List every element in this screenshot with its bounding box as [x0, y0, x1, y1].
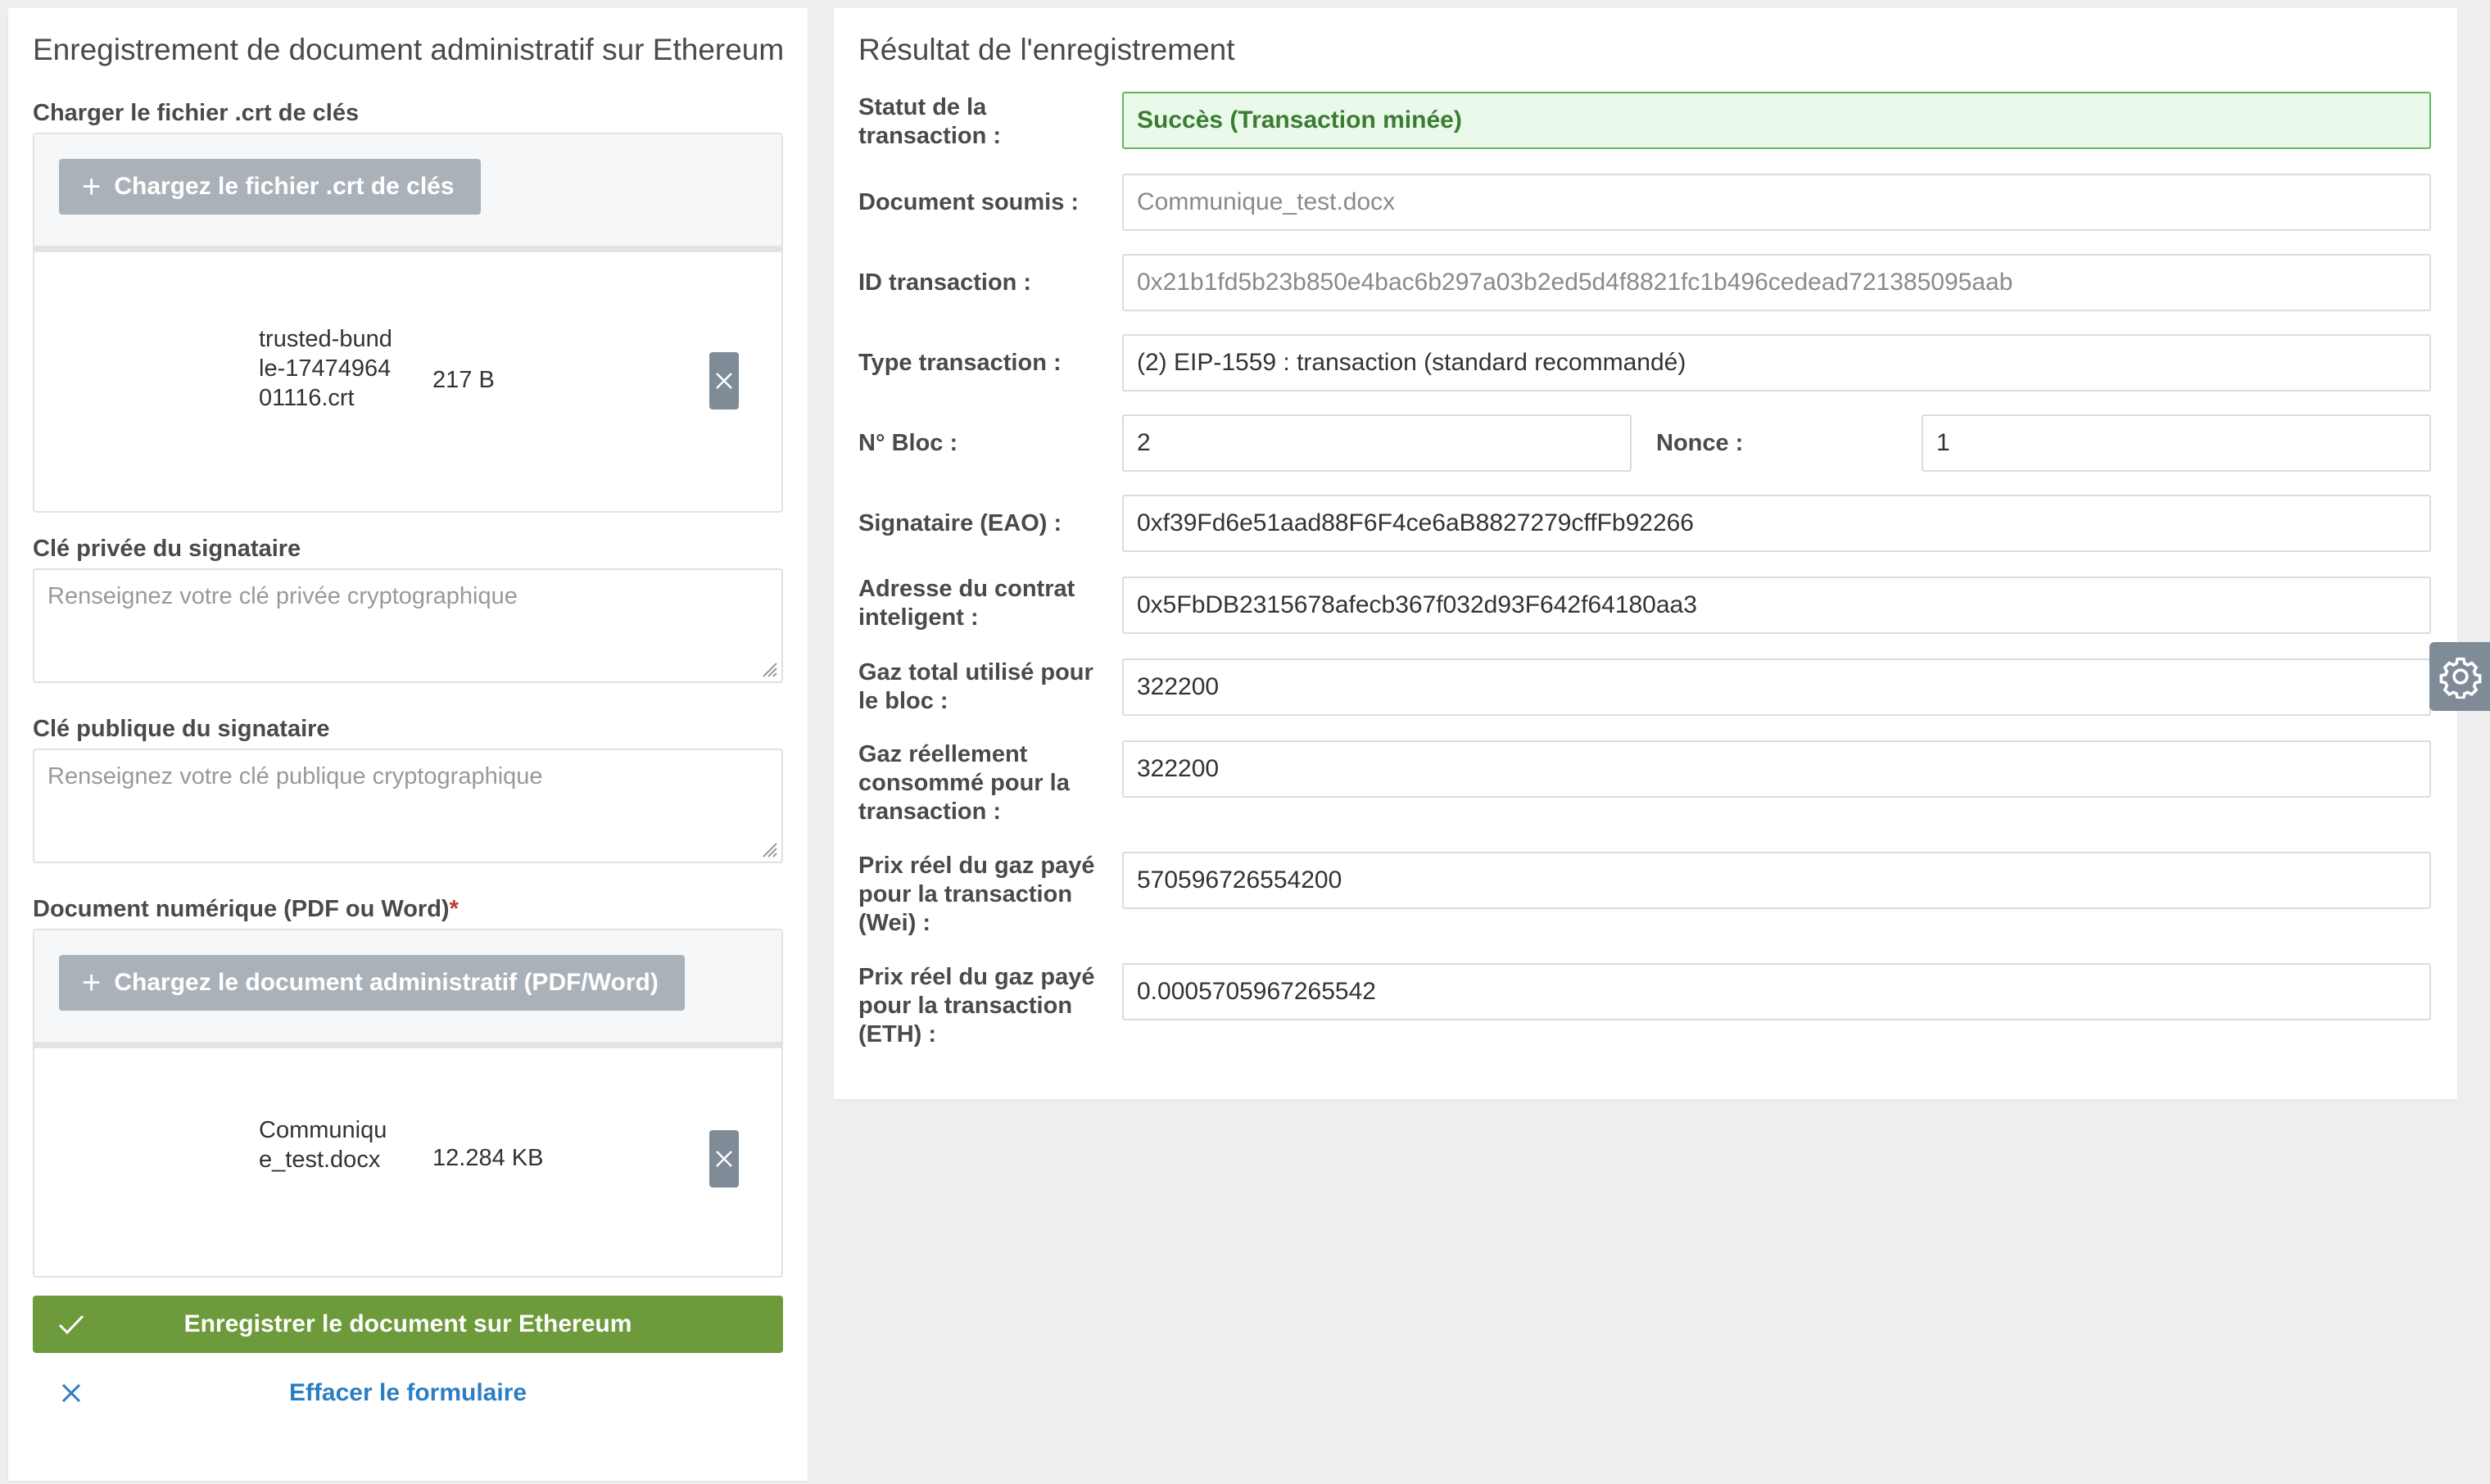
status-field: Succès (Transaction minée) — [1122, 92, 2431, 149]
submit-button-label: Enregistrer le document sur Ethereum — [183, 1310, 632, 1337]
signer-label: Signataire (EAO) : — [858, 510, 1062, 536]
document-label: Document numérique (PDF ou Word)* — [33, 896, 459, 923]
remove-document-button[interactable] — [709, 1130, 739, 1188]
document-file-size: 12.284 KB — [432, 1145, 544, 1171]
document-upload-header: + Chargez le document administratif (PDF… — [34, 930, 781, 1048]
public-key-label: Clé publique du signataire — [33, 716, 330, 742]
gas-total-label: Gaz total utilisé pour le bloc : — [858, 659, 1093, 714]
contract-address-field[interactable]: 0x5FbDB2315678afecb367f032d93F642f64180a… — [1122, 577, 2431, 634]
document-submitted-field: Communique_test.docx — [1122, 174, 2431, 231]
clear-form-button[interactable]: Effacer le formulaire — [33, 1368, 783, 1417]
close-icon — [716, 1151, 732, 1167]
submit-button[interactable]: Enregistrer le document sur Ethereum — [33, 1296, 783, 1353]
block-label: N° Bloc : — [858, 430, 958, 456]
upload-keys-button[interactable]: + Chargez le fichier .crt de clés — [59, 159, 481, 215]
gear-icon — [2439, 657, 2482, 699]
gas-used-label: Gaz réellement consommé pour la transact… — [858, 741, 1070, 825]
keys-file-size: 217 B — [432, 367, 495, 393]
nonce-field[interactable]: 1 — [1922, 414, 2431, 472]
private-key-label: Clé privée du signataire — [33, 536, 301, 562]
tx-type-field[interactable]: (2) EIP-1559 : transaction (standard rec… — [1122, 334, 2431, 391]
price-wei-label: Prix réel du gaz payé pour la transactio… — [858, 853, 1095, 936]
gas-total-field[interactable]: 322200 — [1122, 658, 2431, 716]
upload-keys-button-label: Chargez le fichier .crt de clés — [114, 173, 455, 200]
upload-document-button-label: Chargez le document administratif (PDF/W… — [114, 969, 659, 996]
remove-keys-file-button[interactable] — [709, 352, 739, 409]
signer-field[interactable]: 0xf39Fd6e51aad88F6F4ce6aB8827279cffFb922… — [1122, 495, 2431, 552]
document-label-text: Document numérique (PDF ou Word) — [33, 896, 450, 922]
document-upload: + Chargez le document administratif (PDF… — [33, 929, 783, 1278]
private-key-input[interactable] — [33, 568, 783, 683]
result-panel: Résultat de l'enregistrement Statut de l… — [834, 8, 2457, 1099]
keys-file-upload: + Chargez le fichier .crt de clés truste… — [33, 133, 783, 513]
document-submitted-label: Document soumis : — [858, 189, 1080, 215]
nonce-label: Nonce : — [1656, 430, 1744, 456]
price-eth-label: Prix réel du gaz payé pour la transactio… — [858, 964, 1095, 1047]
plus-icon: + — [82, 169, 102, 205]
block-field[interactable]: 2 — [1122, 414, 1632, 472]
settings-button[interactable] — [2429, 642, 2490, 711]
price-eth-field[interactable]: 0.0005705967265542 — [1122, 963, 2431, 1020]
keys-file-name: trusted-bundle-1747496401116.crt — [259, 326, 392, 411]
price-wei-field[interactable]: 570596726554200 — [1122, 852, 2431, 909]
resize-grip-icon[interactable] — [760, 840, 778, 858]
public-key-input[interactable] — [33, 749, 783, 863]
plus-icon: + — [82, 965, 102, 1001]
keys-upload-header: + Chargez le fichier .crt de clés — [34, 134, 781, 252]
tx-id-field[interactable]: 0x21b1fd5b23b850e4bac6b297a03b2ed5d4f882… — [1122, 254, 2431, 311]
registration-form-panel: Enregistrement de document administratif… — [8, 8, 808, 1481]
close-icon — [716, 373, 732, 389]
keys-file-label: Charger le fichier .crt de clés — [33, 100, 360, 126]
clear-form-label: Effacer le formulaire — [288, 1379, 527, 1406]
tx-type-label: Type transaction : — [858, 350, 1062, 376]
result-title: Résultat de l'enregistrement — [858, 33, 1235, 66]
tx-id-label: ID transaction : — [858, 269, 1032, 296]
contract-address-label: Adresse du contrat inteligent : — [858, 576, 1075, 631]
document-file-name: Communique_test.docx — [259, 1117, 387, 1173]
status-label: Statut de la transaction : — [858, 94, 1002, 149]
check-icon — [58, 1314, 84, 1335]
gas-used-field[interactable]: 322200 — [1122, 740, 2431, 798]
resize-grip-icon[interactable] — [760, 660, 778, 678]
form-title: Enregistrement de document administratif… — [33, 33, 785, 66]
upload-document-button[interactable]: + Chargez le document administratif (PDF… — [59, 955, 685, 1011]
required-mark: * — [449, 896, 459, 922]
